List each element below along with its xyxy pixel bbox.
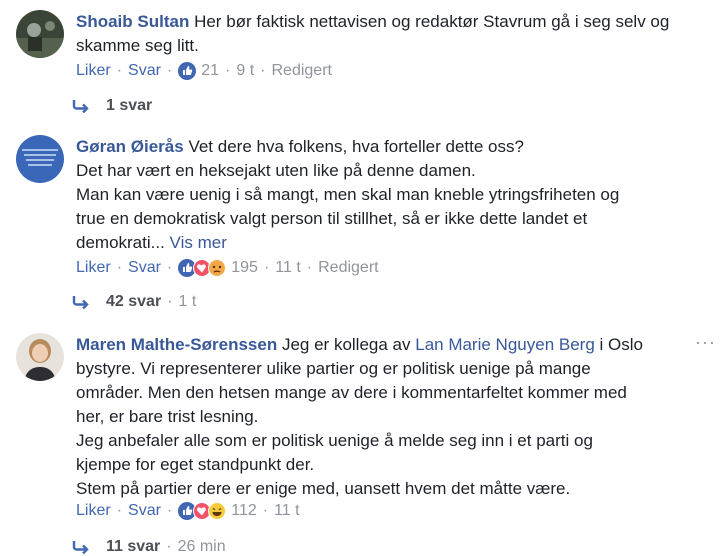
comment-body: Gøran Øierås Vet dere hva folkens, hva f…	[76, 135, 706, 255]
reply-time[interactable]: 26 min	[178, 538, 226, 556]
separator-dot: ·	[116, 259, 123, 276]
comment-text-line: Jeg anbefaler alle som er politisk uenig…	[76, 431, 593, 450]
like-button[interactable]: Liker	[76, 502, 111, 520]
separator-dot: ·	[116, 62, 123, 79]
comment-body: Maren Malthe-Sørenssen Jeg er kollega av…	[76, 333, 706, 501]
replies-link[interactable]: 42 svar · 1 t	[72, 293, 196, 311]
author-name[interactable]: Maren Malthe-Sørenssen	[76, 335, 277, 354]
reply-button[interactable]: Svar	[128, 259, 161, 277]
comment-text-line: kjempe for eget standpunkt der.	[76, 455, 315, 474]
comment-goran: Gøran Øierås Vet dere hva folkens, hva f…	[0, 125, 720, 320]
separator-dot: ·	[225, 62, 231, 79]
replies-link[interactable]: 11 svar · 26 min	[72, 538, 226, 556]
reaction-count[interactable]: 195	[231, 259, 258, 277]
reaction-count[interactable]: 112	[231, 502, 257, 520]
comment-text-after-mention: i Oslo	[599, 335, 643, 354]
replies-count[interactable]: 11 svar	[106, 538, 160, 556]
separator-dot: ·	[166, 62, 173, 79]
avatar[interactable]	[16, 333, 64, 381]
timestamp[interactable]: 9 t	[236, 62, 254, 80]
comment-text-line: Vet dere hva folkens, hva forteller dett…	[188, 137, 524, 156]
comment-text-line: bystyre. Vi representerer ulike partier …	[76, 359, 591, 378]
like-button[interactable]: Liker	[76, 62, 111, 80]
comment-shoaib: Shoaib Sultan Her bør faktisk nettavisen…	[0, 0, 720, 125]
comment-actions: Liker · Svar · 195 · 11 t · Redigert	[76, 259, 379, 277]
separator-dot: ·	[116, 502, 123, 519]
comment-text-line: områder. Men den hetsen mange av dere i …	[76, 383, 627, 402]
comment-text-line: true en demokratisk valgt person til sti…	[76, 209, 588, 228]
author-name[interactable]: Shoaib Sultan	[76, 12, 189, 31]
reactions-summary[interactable]	[178, 62, 197, 80]
edited-label[interactable]: Redigert	[272, 62, 332, 80]
reaction-count[interactable]: 21	[201, 62, 219, 80]
author-name[interactable]: Gøran Øierås	[76, 137, 184, 156]
replies-count[interactable]: 42 svar	[106, 293, 161, 311]
comment-text-line: Det har vært en heksejakt uten like på d…	[76, 161, 476, 180]
separator-dot: ·	[166, 538, 172, 555]
edited-label[interactable]: Redigert	[318, 259, 378, 277]
timestamp[interactable]: 11 t	[275, 259, 301, 277]
comment-maren: · · · Maren Malthe-Sørenssen Jeg er kolleg…	[0, 320, 720, 556]
separator-dot: ·	[166, 502, 173, 519]
comment-text-line: Stem på partier dere er enige med, uanse…	[76, 479, 571, 498]
timestamp[interactable]: 11 t	[274, 502, 300, 520]
comment-actions: Liker · Svar · 21 · 9 t · Redigert	[76, 62, 332, 80]
reply-arrow-icon	[72, 541, 89, 554]
angry-icon	[208, 259, 227, 277]
replies-count[interactable]: 1 svar	[106, 97, 152, 115]
comment-text-intro: Jeg er kollega av	[281, 335, 411, 354]
separator-dot: ·	[263, 259, 270, 276]
avatar[interactable]	[16, 135, 64, 183]
comment-body: Shoaib Sultan Her bør faktisk nettavisen…	[76, 10, 706, 58]
comment-actions: Liker · Svar · 112 · 11 t	[76, 502, 300, 520]
avatar[interactable]	[16, 10, 64, 58]
haha-icon	[208, 502, 227, 520]
reply-button[interactable]: Svar	[128, 502, 161, 520]
reply-time[interactable]: 1 t	[179, 293, 197, 311]
reply-arrow-icon	[72, 100, 89, 113]
like-button[interactable]: Liker	[76, 259, 111, 277]
reactions-summary[interactable]	[178, 502, 227, 520]
mention-link[interactable]: Lan Marie Nguyen Berg	[415, 335, 595, 354]
comment-text-line: demokrati...	[76, 233, 170, 252]
separator-dot: ·	[166, 259, 173, 276]
reply-arrow-icon	[72, 296, 89, 309]
separator-dot: ·	[262, 502, 269, 519]
reactions-summary[interactable]	[178, 259, 227, 277]
separator-dot: ·	[260, 62, 266, 79]
reply-button[interactable]: Svar	[128, 62, 161, 80]
replies-link[interactable]: 1 svar	[72, 97, 152, 115]
separator-dot: ·	[167, 293, 173, 310]
like-icon	[178, 62, 197, 80]
comment-text-line: her, er bare trist lesning.	[76, 407, 259, 426]
separator-dot: ·	[306, 259, 313, 276]
comment-text-line: Man kan være uenig i så mangt, men skal …	[76, 185, 620, 204]
see-more-link[interactable]: Vis mer	[170, 233, 227, 252]
